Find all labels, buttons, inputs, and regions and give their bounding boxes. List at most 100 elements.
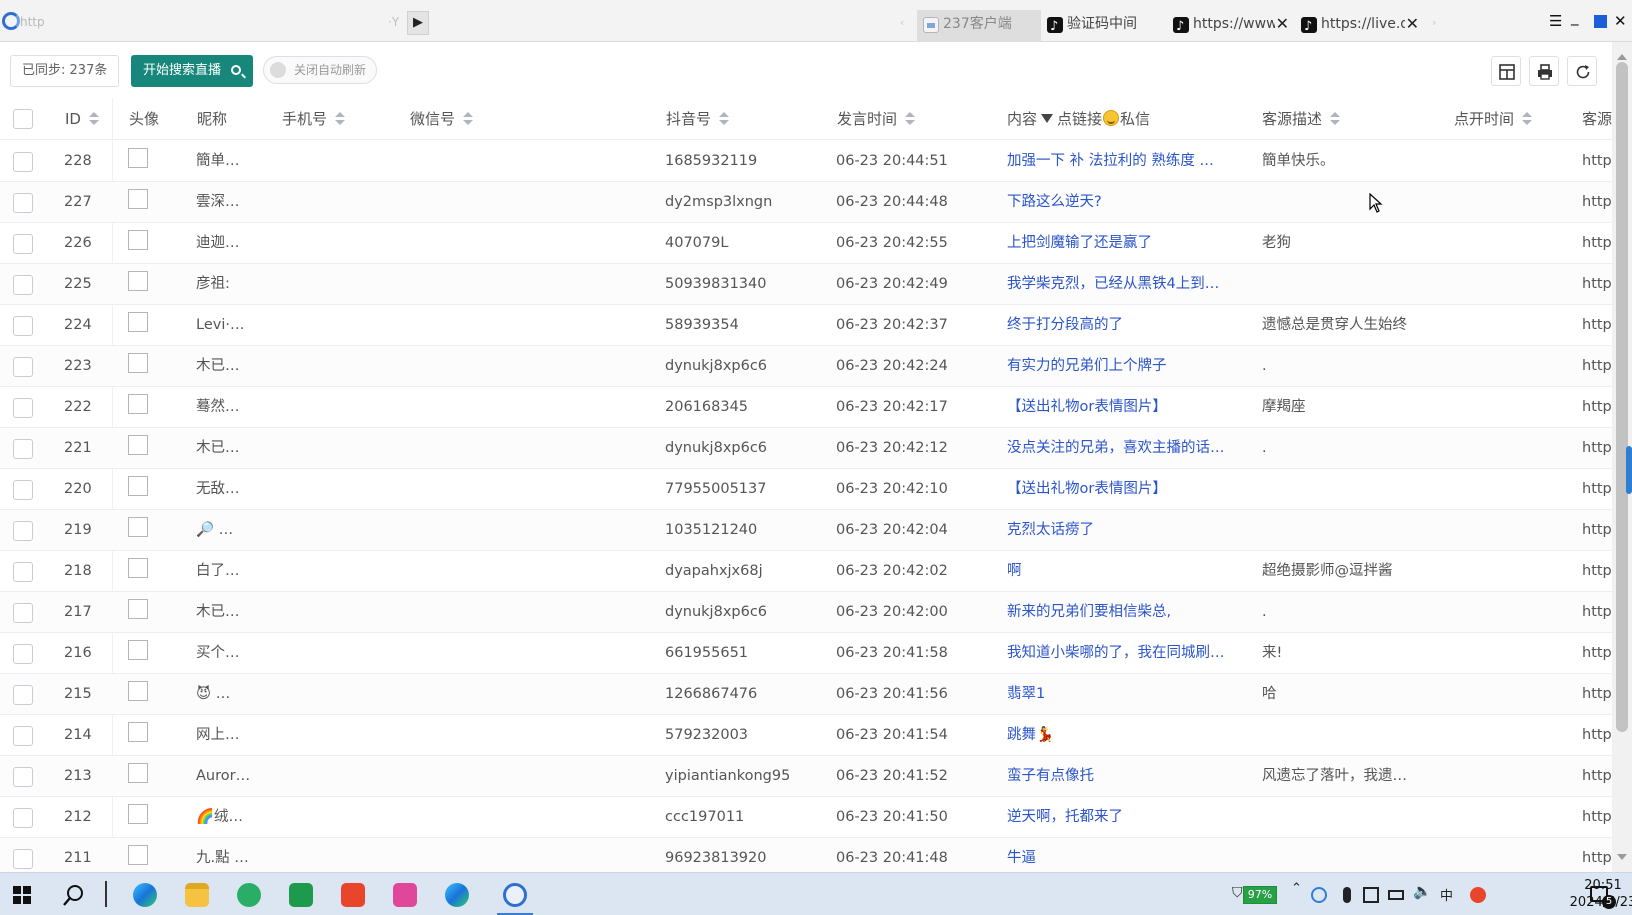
start-search-live-button[interactable]: 开始搜索直播 xyxy=(131,55,254,87)
tab-douyin-live[interactable]: https://live.do ✕ xyxy=(1295,10,1425,42)
row-checkbox[interactable] xyxy=(13,644,33,664)
auto-refresh-toggle[interactable]: 关闭自动刷新 xyxy=(263,56,378,84)
column-content[interactable]: 内容 点链接 私信 xyxy=(1007,98,1150,140)
battery-icon[interactable] xyxy=(1388,890,1404,900)
tab-captcha[interactable]: 验证码中间 xyxy=(1041,10,1167,42)
sogou-icon[interactable] xyxy=(1470,887,1486,903)
row-checkbox[interactable] xyxy=(13,808,33,828)
table-row[interactable]: 220 无敌… 77955005137 06-23 20:42:10 【送出礼物or表情… xyxy=(0,469,1612,510)
cell-content[interactable]: 逆天啊，托都来了 xyxy=(1007,797,1239,837)
row-checkbox[interactable] xyxy=(13,685,33,705)
minimize-button[interactable]: _ xyxy=(1571,6,1579,28)
cell-content[interactable]: 克烈太话痨了 xyxy=(1007,510,1239,550)
ime-indicator[interactable]: 中 xyxy=(1440,885,1453,904)
cell-content[interactable]: 翡翠1 xyxy=(1007,674,1239,714)
cell-content[interactable]: 新来的兄弟们要相信柴总, xyxy=(1007,592,1239,632)
go-button[interactable]: ▶ xyxy=(407,11,429,35)
sort-icon[interactable] xyxy=(1522,112,1533,126)
column-open-time[interactable]: 点开时间 xyxy=(1454,98,1533,140)
table-row[interactable]: 219 🔎 … 1035121240 06-23 20:42:04 克烈太话痨了 http… xyxy=(0,510,1612,551)
print-button[interactable] xyxy=(1529,56,1559,86)
sort-icon[interactable] xyxy=(905,112,916,126)
taskbar-recorder[interactable] xyxy=(277,873,325,915)
battery-indicator[interactable]: 97% xyxy=(1243,886,1277,904)
scroll-up-icon[interactable] xyxy=(1617,54,1627,60)
shield-icon[interactable]: ⛉ xyxy=(1232,885,1243,901)
menu-icon[interactable]: ☰ xyxy=(1549,10,1562,32)
start-button[interactable] xyxy=(0,873,48,915)
table-row[interactable]: 228 簡单… 1685932119 06-23 20:44:51 加强一下 补 法拉利… xyxy=(0,141,1612,182)
tab-scroll-right-icon[interactable]: › xyxy=(1432,16,1436,29)
vertical-scrollbar[interactable] xyxy=(1612,42,1632,872)
cell-content[interactable]: 加强一下 补 法拉利的 熟练度 … xyxy=(1007,141,1239,181)
column-desc[interactable]: 客源描述 xyxy=(1262,98,1341,140)
sort-icon[interactable] xyxy=(335,112,346,126)
scroll-down-icon[interactable] xyxy=(1617,854,1627,860)
tab-douyin-www[interactable]: https://www.d ✕ xyxy=(1167,10,1295,42)
column-douyin[interactable]: 抖音号 xyxy=(666,98,730,140)
cell-content[interactable]: 没点关注的兄弟，喜欢主播的话… xyxy=(1007,428,1239,468)
row-checkbox[interactable] xyxy=(13,480,33,500)
row-checkbox[interactable] xyxy=(13,767,33,787)
volume-icon[interactable]: 🔈 xyxy=(1413,882,1432,900)
microphone-icon[interactable] xyxy=(1343,887,1351,903)
scroll-thumb[interactable] xyxy=(1616,62,1628,732)
sort-icon[interactable] xyxy=(719,112,730,126)
table-row[interactable]: 224 Levi·… 58939354 06-23 20:42:37 终于打分段高的了 遗… xyxy=(0,305,1612,346)
taskbar-current-app[interactable] xyxy=(491,873,539,915)
column-phone[interactable]: 手机号 xyxy=(282,98,346,140)
row-checkbox[interactable] xyxy=(13,562,33,582)
taskbar-wechat[interactable] xyxy=(225,873,273,915)
taskbar-explorer[interactable] xyxy=(173,873,221,915)
row-checkbox[interactable] xyxy=(13,275,33,295)
cell-content[interactable]: 啊 xyxy=(1007,551,1239,591)
cell-content[interactable]: 蛮子有点像托 xyxy=(1007,756,1239,796)
taskbar-search-button[interactable] xyxy=(50,873,98,915)
taskbar-android[interactable] xyxy=(381,873,429,915)
row-checkbox[interactable] xyxy=(13,726,33,746)
sort-icon[interactable] xyxy=(88,112,99,126)
sort-icon[interactable] xyxy=(463,112,474,126)
table-row[interactable]: 213 Auror… yipiantiankong95 06-23 20:41:52 蛮… xyxy=(0,756,1612,797)
table-row[interactable]: 212 🌈绒… ccc197011 06-23 20:41:50 逆天啊，托都来了 htt… xyxy=(0,797,1612,838)
row-checkbox[interactable] xyxy=(13,603,33,623)
table-row[interactable]: 226 迪迦… 407079L 06-23 20:42:55 上把剑魔输了还是赢了 老狗 h… xyxy=(0,223,1612,264)
maximize-button[interactable] xyxy=(1594,15,1607,28)
row-checkbox[interactable] xyxy=(13,439,33,459)
table-row[interactable]: 214 网上… 579232003 06-23 20:41:54 跳舞💃 https xyxy=(0,715,1612,756)
row-checkbox[interactable] xyxy=(13,398,33,418)
row-checkbox[interactable] xyxy=(13,849,33,869)
table-row[interactable]: 211 九.點 … 96923813920 06-23 20:41:48 牛逼 https xyxy=(0,838,1612,872)
row-checkbox[interactable] xyxy=(13,234,33,254)
taskbar-edge-2[interactable] xyxy=(433,873,481,915)
cell-content[interactable]: 跳舞💃 xyxy=(1007,715,1239,755)
select-all-checkbox[interactable] xyxy=(13,109,33,129)
table-row[interactable]: 222 蓦然… 206168345 06-23 20:42:17 【送出礼物or表情图片… xyxy=(0,387,1612,428)
cloud-sync-icon[interactable] xyxy=(1311,887,1327,903)
chevron-up-icon[interactable]: ⌃ xyxy=(1291,881,1302,896)
cell-content[interactable]: 牛逼 xyxy=(1007,838,1239,872)
network-icon[interactable] xyxy=(1363,887,1379,903)
columns-button[interactable] xyxy=(1491,56,1521,86)
cell-content[interactable]: 我知道小柴哪的了，我在同城刷… xyxy=(1007,633,1239,673)
refresh-button[interactable] xyxy=(1567,56,1597,86)
table-row[interactable]: 215 😈 … 1266867476 06-23 20:41:56 翡翠1 哈 https xyxy=(0,674,1612,715)
sort-icon[interactable] xyxy=(1330,112,1341,126)
cell-content[interactable]: 我学柴克烈，已经从黑铁4上到… xyxy=(1007,264,1239,304)
cell-content[interactable]: 下路这么逆天? xyxy=(1007,182,1239,222)
cell-content[interactable]: 【送出礼物or表情图片】 xyxy=(1007,387,1239,427)
scroll-grip[interactable] xyxy=(1626,446,1632,494)
table-row[interactable]: 217 木已… dynukj8xp6c6 06-23 20:42:00 新来的兄弟们要相… xyxy=(0,592,1612,633)
taskbar-wps[interactable] xyxy=(329,873,377,915)
close-window-button[interactable]: ✕ xyxy=(1614,10,1627,32)
cell-content[interactable]: 【送出礼物or表情图片】 xyxy=(1007,469,1239,509)
cell-content[interactable]: 终于打分段高的了 xyxy=(1007,305,1239,345)
cell-content[interactable]: 上把剑魔输了还是赢了 xyxy=(1007,223,1239,263)
tab-client[interactable]: 237客户端 xyxy=(917,10,1041,42)
row-checkbox[interactable] xyxy=(13,152,33,172)
tab-scroll-left-icon[interactable]: ‹ xyxy=(900,16,904,29)
column-time[interactable]: 发言时间 xyxy=(837,98,916,140)
table-row[interactable]: 221 木已… dynukj8xp6c6 06-23 20:42:12 没点关注的兄弟，… xyxy=(0,428,1612,469)
table-row[interactable]: 218 白了… dyapahxjx68j 06-23 20:42:02 啊 超绝摄影师@逗… xyxy=(0,551,1612,592)
address-bar[interactable]: http ·Y( xyxy=(20,11,400,33)
